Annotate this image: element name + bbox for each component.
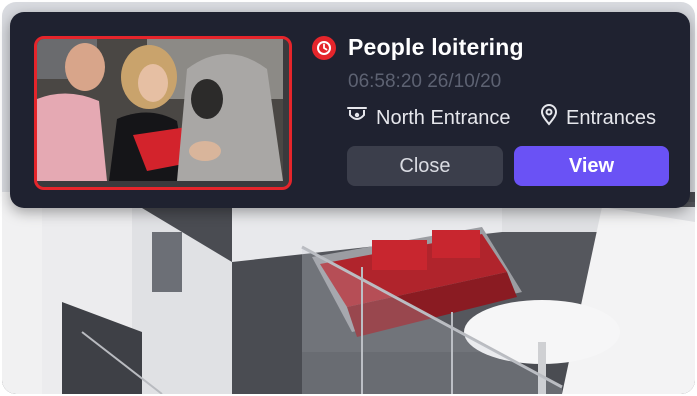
alert-thumbnail[interactable] [34,36,292,190]
camera-name: North Entrance [376,106,511,129]
cctv-camera-icon [346,105,368,131]
close-button[interactable]: Close [347,146,503,186]
view-button[interactable]: View [514,146,669,186]
clock-alert-icon [312,36,336,60]
alert-card: People loitering 06:58:20 26/10/20 North… [10,12,690,208]
zone-info: Entrances [540,104,656,132]
alert-timestamp: 06:58:20 26/10/20 [348,71,502,92]
camera-info: North Entrance [346,104,511,132]
zone-name: Entrances [566,106,657,129]
location-pin-icon [540,104,558,132]
alert-title: People loitering [348,34,524,60]
